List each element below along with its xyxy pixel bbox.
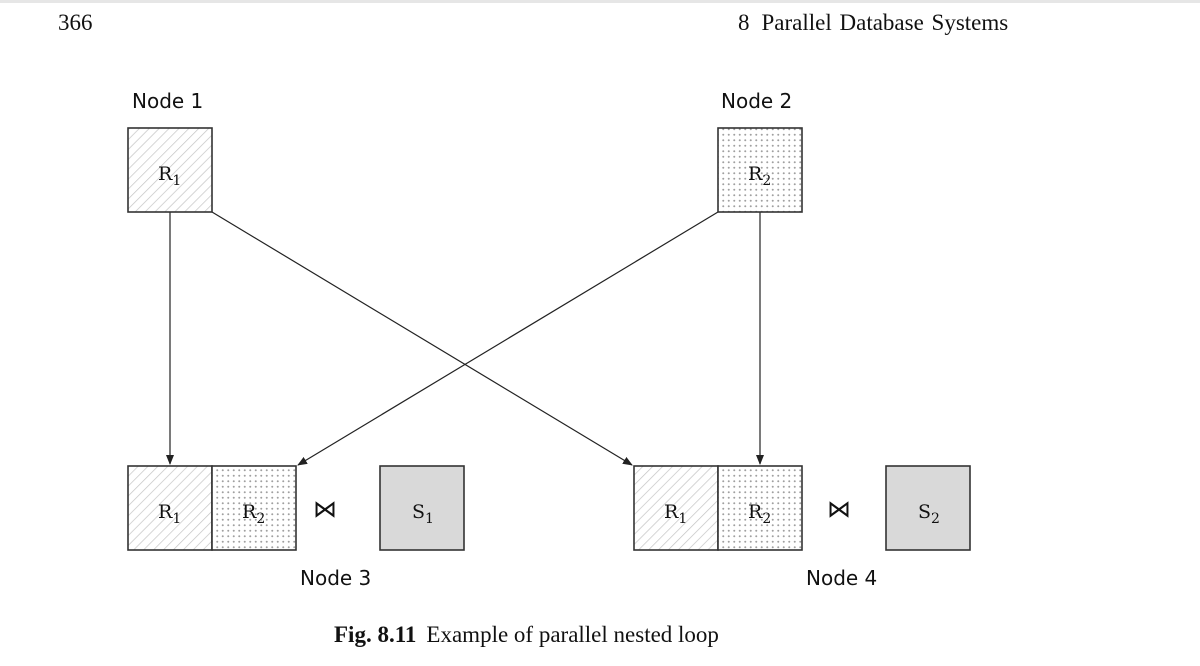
node-2-r2-box: R2 [717,127,803,213]
join-icon: ⋈ [313,495,337,523]
node-4-r1-box: R1 [633,465,719,551]
arrow-r1-node1-to-node4 [211,211,633,466]
node-4-r2-box: R2 [717,465,803,551]
node-3-s1-box: S1 [379,465,465,551]
node-3-r2-box: R2 [211,465,297,551]
arrow-r2-node2-to-node3 [297,211,719,466]
figure-diagram: R1 R2 R1 R2 ⋈ S1 R1 R2 ⋈ S2 [127,127,971,551]
figure-caption: Fig. 8.11 Example of parallel nested loop [334,622,719,648]
caption-text: Example of parallel nested loop [426,622,719,647]
caption-label: Fig. 8.11 [334,622,417,647]
node-3-r1-box: R1 [127,465,213,551]
join-icon: ⋈ [827,495,851,523]
node-4-s2-box: S2 [885,465,971,551]
node-1-r1-box: R1 [127,127,213,213]
